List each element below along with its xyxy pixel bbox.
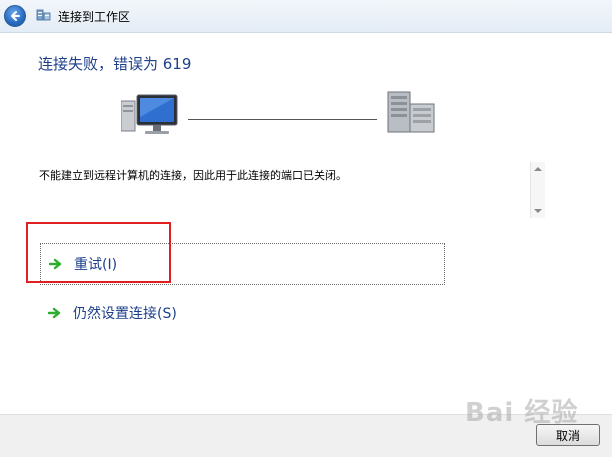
server-icon <box>387 91 435 133</box>
back-arrow-icon <box>11 11 20 21</box>
error-heading: 连接失败，错误为 619 <box>38 55 192 73</box>
retry-label: 重试(I) <box>74 257 118 273</box>
setup-anyway-label: 仍然设置连接(S) <box>73 306 177 322</box>
scroll-down-icon[interactable] <box>534 209 542 213</box>
computer-icon <box>121 94 178 134</box>
window-title: 连接到工作区 <box>58 10 131 24</box>
message-box: 不能建立到远程计算机的连接，因此用于此连接的端口已关闭。 <box>30 160 546 218</box>
scroll-up-icon[interactable] <box>534 167 542 171</box>
retry-command[interactable]: 重试(I) <box>40 243 445 285</box>
green-arrow-icon <box>49 258 62 270</box>
workplace-network-icon <box>36 9 51 21</box>
title-bar: 连接到工作区 <box>0 0 612 33</box>
footer-bar <box>0 414 612 457</box>
green-arrow-icon <box>48 307 61 319</box>
cancel-button[interactable]: 取消 <box>536 424 600 446</box>
setup-anyway-command[interactable]: 仍然设置连接(S) <box>40 292 445 334</box>
message-scrollbar[interactable] <box>530 162 545 218</box>
back-button[interactable] <box>4 5 26 27</box>
connection-line <box>188 119 377 120</box>
error-message: 不能建立到远程计算机的连接，因此用于此连接的端口已关闭。 <box>39 169 347 182</box>
